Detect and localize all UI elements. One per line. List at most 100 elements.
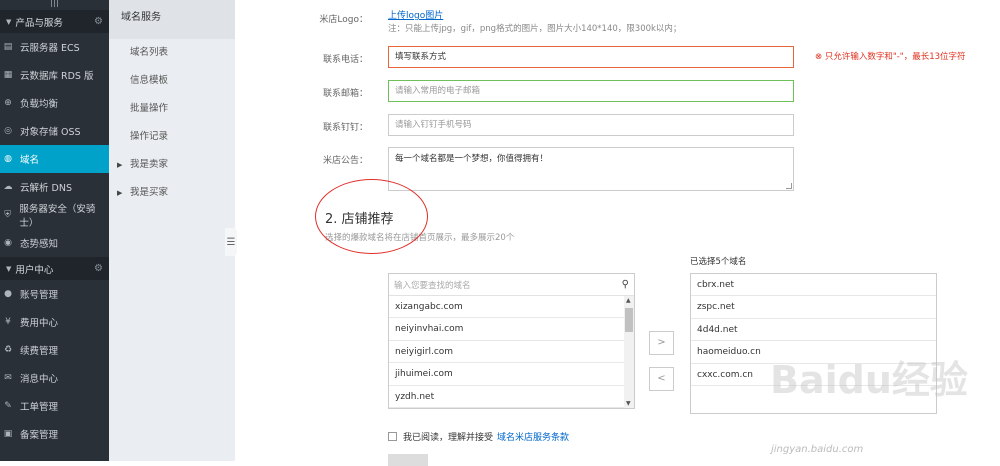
sidebar-item-label: 对象存储 OSS: [20, 127, 81, 138]
radar-icon: ◉: [4, 238, 12, 248]
email-label: 联系邮箱：: [322, 89, 368, 99]
sidebar-item-billing[interactable]: ¥ 费用中心: [0, 308, 109, 336]
sidebar-item-security[interactable]: ⛨ 服务器安全（安骑士）: [0, 201, 109, 229]
dingtalk-input[interactable]: 请输入钉钉手机号码: [388, 114, 794, 136]
gear-icon[interactable]: ⚙: [94, 263, 103, 274]
phone-label: 联系电话：: [322, 55, 368, 65]
scrollbar-thumb[interactable]: [625, 308, 633, 332]
notice-textarea[interactable]: 每一个域名都是一个梦想，你值得拥有！: [388, 147, 794, 191]
sidebar-item-situation[interactable]: ◉ 态势感知: [0, 229, 109, 257]
group-label: 产品与服务: [15, 17, 63, 29]
list-item[interactable]: jihuimei.com: [389, 363, 634, 386]
money-icon: ¥: [5, 317, 11, 327]
subnav-item-domain-list[interactable]: 域名列表: [109, 39, 235, 67]
agreement-text: 我已阅读，理解并接受: [403, 433, 494, 443]
sidebar-item-rds[interactable]: ▦ 云数据库 RDS 版: [0, 61, 109, 89]
sidebar-item-dns[interactable]: ☁ 云解析 DNS: [0, 173, 109, 201]
move-left-button[interactable]: <: [649, 367, 674, 391]
subnav-item-buyer[interactable]: ▶ 我是买家: [109, 179, 235, 207]
logo-note: 注：只能上传jpg，gif，png格式的图片，图片大小140*140，限300k…: [388, 24, 682, 34]
submit-button[interactable]: [388, 454, 428, 466]
triangle-down-icon: ▼: [6, 17, 12, 26]
watermark-logo-text: Baidu经验: [770, 358, 968, 402]
phone-error-message: ⊗ 只允许输入数字和"-"，最长13位字符: [815, 52, 966, 62]
sidebar-item-domain[interactable]: ◍ 域名: [0, 145, 109, 173]
menu-toggle-icon[interactable]: [0, 0, 109, 10]
sidebar-item-label: 费用中心: [20, 318, 59, 329]
dingtalk-label: 联系钉钉：: [322, 123, 368, 133]
sidebar-item-renew[interactable]: ♻ 续费管理: [0, 336, 109, 364]
sidebar-item-label: 态势感知: [20, 239, 59, 250]
load-balance-icon: ⊕: [4, 98, 12, 108]
list-item[interactable]: zspc.net: [691, 296, 936, 319]
user-icon: ●: [4, 289, 12, 299]
sidebar-item-label: 云解析 DNS: [20, 183, 72, 194]
sidebar-item-oss[interactable]: ◎ 对象存储 OSS: [0, 117, 109, 145]
phone-input[interactable]: 填写联系方式: [388, 46, 794, 68]
watermark-url: jingyan.baidu.com: [771, 444, 864, 455]
triangle-right-icon: ▶: [117, 161, 123, 169]
agreement-row: 我已阅读，理解并接受 域名米店服务条款: [388, 430, 569, 443]
subnav-item-label: 我是卖家: [130, 159, 169, 170]
group-products[interactable]: ▼ 产品与服务 ⚙: [0, 10, 109, 33]
server-icon: ▤: [3, 42, 13, 52]
sidebar-item-ecs[interactable]: ▤ 云服务器 ECS: [0, 33, 109, 61]
search-placeholder: 输入您要查找的域名: [394, 280, 471, 291]
message-icon: ✉: [4, 373, 12, 383]
search-icon[interactable]: ⚲: [622, 279, 629, 290]
list-item[interactable]: xizangabc.com: [389, 296, 634, 319]
sidebar-item-slb[interactable]: ⊕ 负载均衡: [0, 89, 109, 117]
subnav-item-template[interactable]: 信息模板: [109, 67, 235, 95]
triangle-down-icon: ▼: [6, 264, 12, 273]
main-content: 米店Logo： 上传logo图片 注：只能上传jpg，gif，png格式的图片，…: [236, 0, 1000, 466]
selected-count-title: 已选择5个域名: [690, 257, 747, 267]
subnav-item-log[interactable]: 操作记录: [109, 123, 235, 151]
sidebar-item-label: 备案管理: [20, 430, 59, 441]
sidebar-item-tickets[interactable]: ✎ 工单管理: [0, 392, 109, 420]
scroll-up-icon[interactable]: ▲: [626, 297, 631, 304]
sidebar-item-label: 续费管理: [20, 346, 59, 357]
terms-link[interactable]: 域名米店服务条款: [497, 430, 569, 443]
group-label: 用户中心: [15, 264, 54, 276]
renew-icon: ♻: [3, 345, 13, 355]
sidebar-item-messages[interactable]: ✉ 消息中心: [0, 364, 109, 392]
sidebar-item-records[interactable]: ▣ 备案管理: [0, 420, 109, 448]
list-item[interactable]: neiyinvhai.com: [389, 318, 634, 341]
sidebar-item-label: 负载均衡: [20, 99, 59, 110]
list-item[interactable]: neiyigirl.com: [389, 341, 634, 364]
sidebar-item-label: 云服务器 ECS: [20, 43, 80, 54]
dns-icon: ☁: [3, 182, 13, 192]
gear-icon[interactable]: ⚙: [94, 16, 103, 27]
list-item[interactable]: cbrx.net: [691, 274, 936, 297]
move-right-button[interactable]: >: [649, 331, 674, 355]
ticket-icon: ✎: [4, 401, 12, 411]
agreement-checkbox[interactable]: [388, 432, 397, 441]
logo-label: 米店Logo：: [319, 15, 368, 25]
annotation-circle: [315, 179, 428, 254]
triangle-right-icon: ▶: [117, 189, 123, 197]
sidebar: ▼ 产品与服务 ⚙ ▤ 云服务器 ECS ▦ 云数据库 RDS 版 ⊕ 负载均衡 ◎ 对…: [0, 0, 109, 461]
globe-icon: ◍: [4, 154, 12, 164]
sidebar-item-label: 工单管理: [20, 402, 59, 413]
subnav-title: 域名服务: [109, 0, 235, 39]
scrollbar[interactable]: ▲ ▼: [624, 296, 634, 408]
sidebar-item-label: 服务器安全（安骑士）: [19, 204, 96, 229]
subnav-item-seller[interactable]: ▶ 我是卖家: [109, 151, 235, 179]
baidu-jingyan-watermark-logo: Baidu经验: [770, 358, 968, 402]
domain-search-input[interactable]: 输入您要查找的域名 ⚲: [389, 274, 634, 296]
available-domain-list: 输入您要查找的域名 ⚲ xizangabc.com neiyinvhai.com…: [388, 273, 635, 409]
subnav-item-batch[interactable]: 批量操作: [109, 95, 235, 123]
database-icon: ▦: [3, 70, 13, 80]
sidebar-item-label: 账号管理: [20, 290, 59, 301]
sidebar-item-label: 消息中心: [20, 374, 59, 385]
record-icon: ▣: [3, 429, 13, 439]
email-input[interactable]: 请输入常用的电子邮箱: [388, 80, 794, 102]
list-item[interactable]: yzdh.net: [389, 386, 634, 408]
scroll-down-icon[interactable]: ▼: [626, 400, 631, 407]
list-item[interactable]: 4d4d.net: [691, 319, 936, 342]
sidebar-item-account[interactable]: ● 账号管理: [0, 280, 109, 308]
shield-icon: ⛨: [4, 210, 12, 220]
sidebar-item-label: 云数据库 RDS 版: [20, 71, 94, 82]
upload-logo-link[interactable]: 上传logo图片: [388, 8, 443, 21]
group-user-center[interactable]: ▼ 用户中心 ⚙: [0, 257, 109, 280]
